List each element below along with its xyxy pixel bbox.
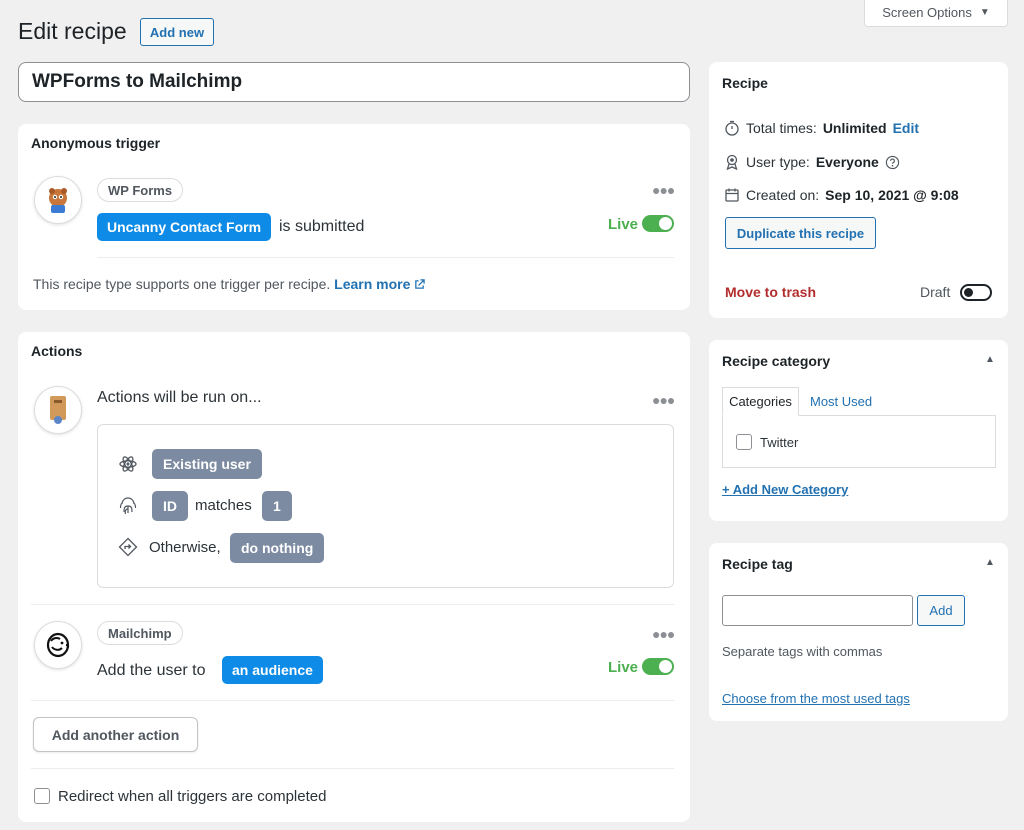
fingerprint-icon: [119, 497, 137, 515]
actions-divider-2: [31, 700, 674, 701]
recipe-tag-card: Recipe tag ▲ Add Separate tags with comm…: [709, 543, 1008, 721]
add-another-action-label: Add another action: [51, 726, 180, 743]
atom-icon: [119, 456, 137, 472]
created-on-value: Sep 10, 2021 @ 9:08: [825, 187, 959, 203]
redirect-checkbox[interactable]: [34, 788, 50, 804]
draft-toggle[interactable]: [960, 284, 992, 301]
action-live-toggle[interactable]: [642, 658, 674, 675]
tab-most-used[interactable]: Most Used: [810, 394, 872, 409]
otherwise-text: Otherwise,: [149, 539, 221, 556]
route-diamond-icon: [118, 537, 138, 557]
user-selector-box: Existing user ID matches 1 Otherwise, do…: [97, 424, 674, 588]
tag-hint: Separate tags with commas: [722, 644, 883, 659]
id-token[interactable]: ID: [152, 491, 188, 521]
user-type-label: User type:: [746, 154, 810, 170]
recipe-title-input[interactable]: WPForms to Mailchimp: [18, 62, 690, 102]
help-icon[interactable]: [885, 155, 900, 170]
recipe-category-card: Recipe category ▲ Categories Most Used T…: [709, 340, 1008, 521]
trigger-section-label: Anonymous trigger: [31, 135, 161, 151]
user-action-icon: [34, 386, 82, 434]
actions-divider-3: [31, 768, 674, 769]
category-twitter-checkbox[interactable]: [736, 434, 752, 450]
trigger-integration-pill: WP Forms: [97, 178, 184, 202]
action-live-label: Live: [608, 659, 639, 676]
move-to-trash-link[interactable]: Move to trash: [725, 284, 816, 300]
collapse-category-icon[interactable]: ▲: [985, 354, 995, 365]
created-on-row: Created on: Sep 10, 2021 @ 9:08: [724, 187, 959, 203]
add-new-category-link[interactable]: + Add New Category: [722, 482, 848, 497]
screen-options-label: Screen Options: [882, 4, 972, 20]
trigger-note-text: This recipe type supports one trigger pe…: [33, 276, 331, 292]
trigger-live-label: Live: [608, 216, 639, 233]
add-tag-button[interactable]: Add: [917, 595, 965, 626]
user-badge-icon: [726, 154, 738, 170]
calendar-icon: [725, 188, 739, 202]
add-new-button[interactable]: Add new: [140, 18, 214, 46]
trigger-note: This recipe type supports one trigger pe…: [33, 276, 426, 292]
caret-down-icon: ▼: [979, 6, 990, 18]
user-type-value: Everyone: [815, 154, 879, 170]
trigger-live-toggle[interactable]: [642, 215, 674, 232]
actions-divider-1: [31, 604, 674, 605]
total-times-label: Total times:: [746, 120, 817, 136]
add-another-action-button[interactable]: Add another action: [33, 717, 198, 752]
category-list: Twitter: [722, 415, 996, 468]
user-type-row: User type: Everyone: [724, 154, 900, 170]
wpforms-logo-icon: [34, 176, 82, 224]
trigger-sentence-suffix: is submitted: [279, 218, 365, 235]
existing-user-token[interactable]: Existing user: [152, 449, 262, 479]
edit-total-times-link[interactable]: Edit: [893, 120, 919, 136]
do-nothing-token[interactable]: do nothing: [230, 533, 325, 563]
actions-section-label: Actions: [31, 343, 83, 359]
trigger-divider: [97, 257, 674, 258]
redirect-label: Redirect when all triggers are completed: [58, 788, 327, 805]
trigger-card: Anonymous trigger WP Forms ●●● Uncanny C…: [18, 124, 690, 310]
collapse-tag-icon[interactable]: ▲: [985, 557, 995, 568]
page-title: Edit recipe: [18, 18, 127, 44]
learn-more-label: Learn more: [334, 276, 411, 292]
choose-most-used-tags-link[interactable]: Choose from the most used tags: [722, 691, 910, 706]
draft-label: Draft: [920, 284, 951, 300]
recipe-category-title: Recipe category: [722, 353, 831, 369]
trigger-more-icon[interactable]: ●●●: [652, 182, 675, 198]
total-times-value: Unlimited: [822, 120, 887, 136]
recipe-tag-title: Recipe tag: [722, 556, 793, 572]
actions-card: Actions Actions will be run on... ●●● Ex…: [18, 332, 690, 822]
learn-more-link[interactable]: Learn more: [334, 276, 426, 292]
run-on-label: Actions will be run on...: [97, 389, 262, 406]
screen-options-button[interactable]: Screen Options ▼: [864, 0, 1008, 27]
external-link-icon: [415, 279, 426, 289]
recipe-meta-card: Recipe Total times: Unlimited Edit User …: [709, 62, 1008, 318]
matches-text: matches: [195, 497, 252, 514]
duplicate-recipe-button[interactable]: Duplicate this recipe: [725, 217, 876, 249]
tab-categories-label: Categories: [729, 394, 792, 409]
run-on-more-icon[interactable]: ●●●: [652, 392, 675, 408]
match-value-token[interactable]: 1: [262, 491, 292, 521]
category-twitter-label: Twitter: [760, 435, 799, 450]
total-times-row: Total times: Unlimited Edit: [724, 120, 919, 136]
mailchimp-logo-icon: [34, 621, 82, 669]
action-prefix-text: Add the user to: [97, 662, 206, 679]
created-on-label: Created on:: [746, 187, 820, 203]
audience-token[interactable]: an audience: [222, 656, 323, 684]
trigger-form-token[interactable]: Uncanny Contact Form: [97, 213, 272, 241]
mailchimp-more-icon[interactable]: ●●●: [652, 626, 675, 642]
mailchimp-integration-pill: Mailchimp: [97, 621, 183, 645]
recipe-meta-title: Recipe: [722, 75, 768, 91]
stopwatch-icon: [725, 120, 739, 136]
tab-categories[interactable]: Categories: [722, 387, 799, 416]
tag-input[interactable]: [722, 595, 913, 626]
